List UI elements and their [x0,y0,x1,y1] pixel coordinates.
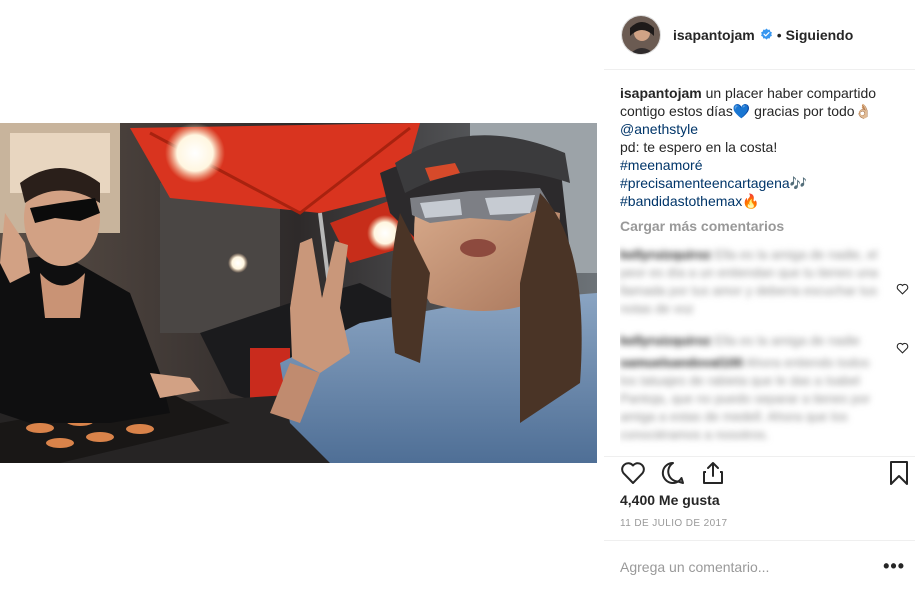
caption-mention[interactable]: @anethstyle [620,120,905,138]
caption-hashtag-3[interactable]: #bandidastothemax🔥 [620,192,905,210]
caption-first-line: isapantojam un placer haber compartido [620,84,905,102]
comment-text: Ella es la amiga de nadie [714,333,860,348]
load-more-comments-button[interactable]: Cargar más comentarios [620,218,905,234]
caption-text-3: pd: te espero en la costa! [620,139,778,155]
post-header: isapantojam • Siguiendo [604,0,915,70]
caption-text-1: un placer haber compartido [705,85,877,101]
header-separator: • [776,26,782,43]
avatar-image [622,15,660,54]
caption-hashtag-1[interactable]: #meenamoré [620,156,905,174]
comment-bubble-icon[interactable] [660,460,686,486]
comment-like-heart-icon[interactable] [896,283,909,295]
post-date: 11 DE JULIO DE 2017 [620,518,728,529]
following-button[interactable]: Siguiendo [786,27,854,43]
post-photo-image [0,123,597,463]
like-heart-icon[interactable] [620,460,646,486]
caption-text-2: contigo estos días💙 gracias por todo👌🏼 [620,103,872,119]
post-photo[interactable] [0,123,597,463]
comment-item: kellyruizquiroz Ella es la amiga de nadi… [620,246,905,318]
media-area [0,0,604,593]
add-comment-bar: ••• [604,540,915,593]
save-bookmark-icon[interactable] [886,460,912,486]
post-caption: isapantojam un placer haber compartido c… [620,84,905,210]
comment-like-heart-icon[interactable] [896,342,909,354]
more-options-button[interactable]: ••• [883,557,905,575]
comment-item: kellyruizquiroz Ella es la amiga de nadi… [620,332,905,350]
caption-hashtag-2[interactable]: #precisamenteencartagena🎶 [620,174,905,192]
verified-badge-icon [760,28,772,40]
comment-username[interactable]: kellyruizquiroz [620,333,711,348]
header-username[interactable]: isapantojam [673,27,755,43]
share-upload-icon[interactable] [700,460,726,486]
comment-username[interactable]: samuelsandoval100 [620,355,743,370]
likes-count[interactable]: 4,400 Me gusta [620,492,720,508]
post-actions [604,456,915,490]
add-comment-input[interactable] [620,557,860,577]
comment-item: samuelsandoval100 Ahora entiendo todos l… [620,354,905,444]
avatar[interactable] [621,14,661,55]
comments-list[interactable]: isapantojam un placer haber compartido c… [620,84,905,454]
caption-username[interactable]: isapantojam [620,85,702,101]
comment-username[interactable]: kellyruizquiroz [620,247,711,262]
post-side-panel: isapantojam • Siguiendo isapantojam un p… [604,0,915,593]
